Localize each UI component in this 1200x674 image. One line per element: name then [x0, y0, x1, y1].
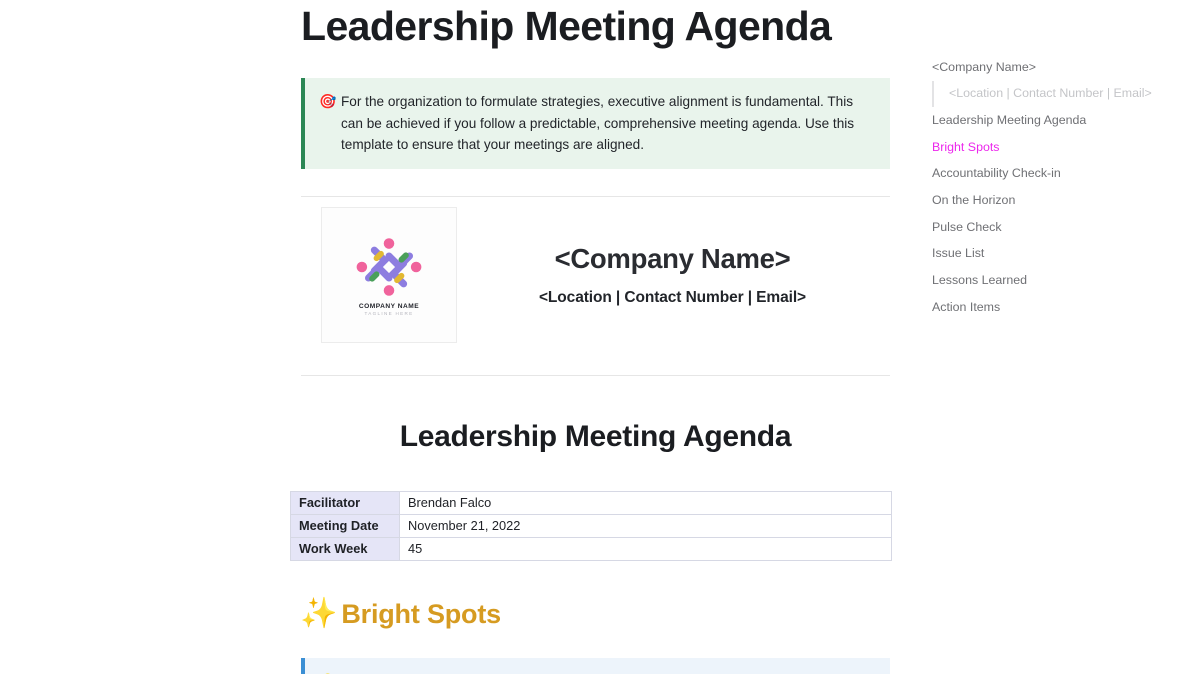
outline-item-lessons-learned[interactable]: Lessons Learned — [932, 268, 1182, 295]
table-cell-value[interactable]: 45 — [399, 536, 892, 561]
outline-item-accountability-check-in[interactable]: Accountability Check-in — [932, 161, 1182, 188]
outline-item-pulse-check[interactable]: Pulse Check — [932, 214, 1182, 241]
logo-tagline: TAGLINE HERE — [364, 311, 414, 317]
outline-item-issue-list[interactable]: Issue List — [932, 241, 1182, 268]
intro-callout-text: For the organization to formulate strate… — [341, 94, 855, 153]
logo-mark-icon — [356, 237, 422, 296]
page-title: Leadership Meeting Agenda — [301, 3, 832, 49]
outline-item-action-items[interactable]: Action Items — [932, 294, 1182, 321]
table-cell-value[interactable]: Brendan Falco — [399, 490, 892, 515]
outline-item-contact-line[interactable]: <Location | Contact Number | Email> — [932, 80, 1182, 108]
document-page: Leadership Meeting Agenda 🎯 For the orga… — [0, 0, 1200, 674]
bright-spots-title: Bright Spots — [341, 598, 501, 629]
bright-spots-callout: 💡 Document the team members' proud achie… — [301, 657, 890, 674]
company-logo: COMPANY NAME TAGLINE HERE — [321, 206, 457, 343]
target-icon: 🎯 — [319, 93, 337, 110]
outline-item-company-name[interactable]: <Company Name> — [932, 54, 1182, 81]
company-contact-line: <Location | Contact Number | Email> — [538, 289, 806, 307]
logo-company-name: COMPANY NAME — [358, 302, 420, 310]
company-header: COMPANY NAME TAGLINE HERE <Company Name>… — [301, 197, 890, 351]
table-row: Facilitator Brendan Falco — [290, 490, 892, 515]
section-heading: Leadership Meeting Agenda — [399, 419, 792, 453]
intro-callout: 🎯 For the organization to formulate stra… — [301, 78, 890, 169]
table-row: Meeting Date November 21, 2022 — [290, 513, 892, 538]
table-cell-value[interactable]: November 21, 2022 — [399, 513, 892, 538]
meeting-info-table: Facilitator Brendan Falco Meeting Date N… — [290, 490, 892, 561]
sparkles-icon: ✨ — [300, 597, 338, 631]
document-body: Leadership Meeting Agenda 🎯 For the orga… — [290, 0, 892, 674]
outline-item-bright-spots[interactable]: Bright Spots — [932, 134, 1182, 161]
table-row: Work Week 45 — [290, 536, 892, 561]
outline-item-leadership-meeting-agenda[interactable]: Leadership Meeting Agenda — [932, 107, 1182, 134]
document-outline[interactable]: <Company Name> <Location | Contact Numbe… — [932, 54, 1182, 321]
divider-bottom — [301, 374, 890, 376]
company-name: <Company Name> — [554, 243, 791, 275]
table-cell-label: Work Week — [290, 536, 400, 561]
bright-spots-heading: ✨ Bright Spots — [300, 599, 890, 630]
outline-item-on-the-horizon[interactable]: On the Horizon — [932, 187, 1182, 214]
table-cell-label: Facilitator — [290, 490, 400, 515]
table-cell-label: Meeting Date — [290, 513, 400, 538]
